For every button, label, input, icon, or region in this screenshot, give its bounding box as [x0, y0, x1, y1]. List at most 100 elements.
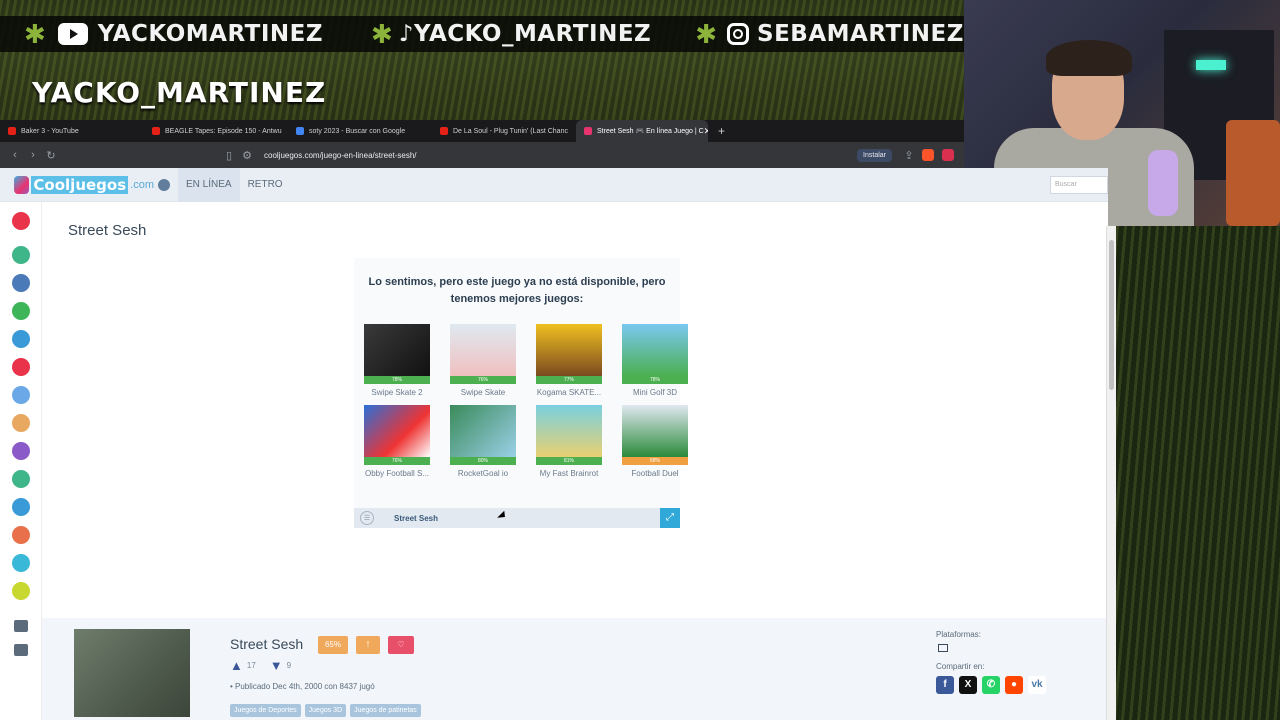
url-field[interactable]: ▯ ⚙ cooljuegos.com/juego-en-linea/street…	[220, 145, 857, 165]
game-card[interactable]: 76% Obby Football S...	[354, 405, 440, 478]
category-icon[interactable]	[11, 442, 30, 460]
game-rating: 76%	[364, 457, 430, 465]
game-thumbnail	[536, 324, 602, 376]
game-card[interactable]: 78% Mini Golf 3D	[612, 324, 698, 397]
category-icon[interactable]	[11, 274, 30, 292]
reload-icon[interactable]: ↻	[42, 149, 60, 162]
youtube-favicon-icon	[8, 127, 16, 135]
game-name: Football Duel	[631, 469, 679, 478]
category-icon[interactable]	[11, 498, 30, 516]
news-icon[interactable]	[13, 620, 28, 632]
game-card[interactable]: 78% Swipe Skate 2	[354, 324, 440, 397]
favorite-button[interactable]: ♡	[388, 636, 414, 654]
menu-icon[interactable]: ☰	[360, 511, 374, 525]
tab-label: De La Soul - Plug Tunin' (Last Chanc	[453, 127, 568, 135]
reddit-icon[interactable]: ●	[1005, 676, 1023, 694]
logo-icon	[14, 175, 30, 194]
game-card[interactable]: 76% Swipe Skate	[440, 324, 526, 397]
webcam-microphone	[1148, 150, 1178, 216]
browser-tab[interactable]: soty 2023 - Buscar con Google	[288, 120, 432, 142]
back-icon[interactable]: ‹	[6, 149, 24, 161]
cooljuegos-favicon-icon	[584, 127, 592, 135]
category-icon[interactable]	[11, 246, 30, 264]
category-icon[interactable]	[11, 526, 30, 544]
game-card[interactable]: 68% Football Duel	[612, 405, 698, 478]
nav-retro[interactable]: RETRO	[240, 168, 291, 202]
share-label: Compartir en:	[936, 662, 985, 671]
webcam-person-hair	[1046, 40, 1132, 76]
game-card[interactable]: 81% My Fast Brainrot	[526, 405, 612, 478]
instagram-handle: SEBAMARTINEZA	[727, 21, 964, 47]
x-icon[interactable]: X	[959, 676, 977, 694]
leaf-icon: ✱	[695, 18, 718, 49]
report-button[interactable]: !	[356, 636, 380, 654]
game-card[interactable]: 80% RocketGoal io	[440, 405, 526, 478]
category-icon[interactable]	[11, 414, 30, 432]
facebook-icon[interactable]: f	[936, 676, 954, 694]
scrollbar-thumb[interactable]	[1109, 240, 1114, 390]
game-rating: 78%	[622, 376, 688, 384]
category-icon[interactable]	[11, 470, 30, 488]
globe-icon[interactable]	[158, 178, 170, 191]
new-tab-button[interactable]: +	[708, 124, 735, 138]
share-buttons: f X ✆ ● vk	[936, 676, 1051, 694]
category-icon[interactable]	[11, 386, 30, 404]
stream-overlay: ✱ YACKOMARTINEZ ✱ ♪YACKO_MARTINEZ ✱ SEBA…	[0, 0, 964, 120]
category-icon[interactable]	[11, 582, 30, 600]
tag[interactable]: Juegos de Deportes	[230, 704, 301, 717]
recommended-grid: 78% Swipe Skate 2 76% Swipe Skate 77% Kogam…	[354, 324, 688, 478]
tag[interactable]: Juegos 3D	[304, 704, 347, 717]
webcam-light	[1196, 60, 1226, 70]
whatsapp-icon[interactable]: ✆	[982, 676, 1000, 694]
score-badge: 65%	[318, 636, 348, 654]
cart-icon[interactable]	[13, 644, 28, 656]
tag[interactable]: Juegos de patinetas	[350, 704, 421, 717]
player-title: Street Sesh	[394, 513, 439, 523]
youtube-icon	[57, 23, 88, 45]
install-button[interactable]: Instalar	[857, 148, 892, 162]
fullscreen-button[interactable]: ⤢	[660, 508, 680, 528]
youtube-handle: YACKOMARTINEZ	[57, 21, 323, 47]
thumbs-up-icon[interactable]: ▲	[230, 658, 243, 673]
vk-icon[interactable]: vk	[1028, 676, 1046, 694]
site-header: Cooljuegos .com EN LÍNEA RETRO Buscar	[0, 168, 1108, 202]
page-title: Street Sesh	[68, 222, 147, 239]
game-name: Swipe Skate	[460, 388, 506, 397]
game-rating: 76%	[450, 376, 516, 384]
bookmark-icon[interactable]: ▯	[220, 149, 238, 162]
site-logo[interactable]: Cooljuegos .com	[14, 175, 154, 194]
game-cover-image	[74, 629, 190, 717]
category-icon[interactable]	[11, 302, 30, 320]
browser-tab-active[interactable]: Street Sesh 🎮 En línea Juego | C ✕	[576, 120, 708, 142]
votes: ▲ 17 ▼ 9	[230, 658, 291, 673]
play-category-icon[interactable]	[11, 212, 30, 230]
tab-label: Street Sesh 🎮 En línea Juego | C	[597, 128, 704, 135]
brave-shield-icon[interactable]	[922, 149, 934, 161]
browser-tab[interactable]: BEAGLE Tapes: Episode 150 - Antwu	[144, 120, 288, 142]
dislikes-count: 9	[286, 661, 292, 670]
search-input[interactable]: Buscar	[1050, 175, 1108, 194]
desktop-icon	[938, 644, 948, 652]
page-scrollbar[interactable]	[1106, 226, 1116, 720]
game-thumbnail	[450, 324, 516, 376]
game-card[interactable]: 77% Kogama SKATE...	[526, 324, 612, 397]
game-rating: 68%	[622, 457, 688, 465]
browser-tab[interactable]: De La Soul - Plug Tunin' (Last Chanc	[432, 120, 576, 142]
browser-tab[interactable]: Baker 3 - YouTube	[0, 120, 144, 142]
share-icon[interactable]: ⇪	[900, 149, 918, 162]
category-icon[interactable]	[11, 330, 30, 348]
site-info-icon[interactable]: ⚙	[238, 149, 256, 162]
url-text: cooljuegos.com/juego-en-linea/street-ses…	[264, 150, 417, 160]
brave-rewards-icon[interactable]	[942, 149, 954, 161]
category-icon[interactable]	[11, 358, 30, 376]
forward-icon[interactable]: ›	[24, 149, 42, 161]
tiktok-handle: ♪YACKO_MARTINEZ	[399, 21, 651, 47]
game-name: My Fast Brainrot	[539, 469, 599, 478]
thumbs-down-icon[interactable]: ▼	[270, 658, 283, 673]
logo-text: Cooljuegos	[31, 175, 129, 194]
nav-online[interactable]: EN LÍNEA	[178, 168, 240, 202]
category-icon[interactable]	[11, 554, 30, 572]
tab-label: soty 2023 - Buscar con Google	[309, 127, 406, 135]
streamer-name: YACKO_MARTINEZ	[32, 76, 327, 109]
game-info-panel: Street Sesh 65% ! ♡ ▲ 17 ▼ 9 • Publicado…	[42, 618, 1106, 720]
